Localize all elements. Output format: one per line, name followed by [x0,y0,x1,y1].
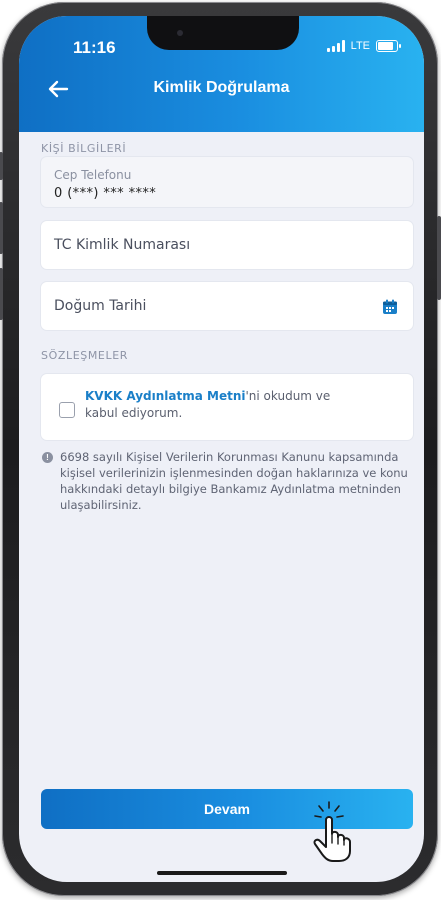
screen: 11:16 LTE Kimlik Doğrulama KİŞİ BİLGİLER… [19,16,424,882]
page-title: Kimlik Doğrulama [153,79,290,96]
mute-switch [0,152,3,180]
front-camera [177,30,183,36]
notch [147,16,299,50]
power-button [437,216,441,300]
app-header: 11:16 LTE Kimlik Doğrulama [19,16,424,132]
tap-hand-icon [313,801,351,862]
network-type: LTE [350,40,370,52]
birth-date-placeholder: Doğum Tarihi [54,298,147,314]
kvkk-link[interactable]: KVKK Aydınlatma Metni [85,389,246,403]
section-title-personal: KİŞİ BİLGİLERİ [41,142,127,155]
phone-value: 0 (***) *** **** [54,186,157,201]
volume-up-button [0,202,3,254]
calendar-icon[interactable] [381,298,399,316]
status-time: 11:16 [73,38,116,57]
birth-date-input[interactable]: Doğum Tarihi [41,282,413,330]
kvkk-consent-text: KVKK Aydınlatma Metni'ni okudum ve kabul… [85,388,335,422]
battery-icon [376,40,401,52]
info-icon: ! [42,452,53,463]
home-indicator [157,871,287,875]
tc-number-input[interactable]: TC Kimlik Numarası [41,221,413,269]
phone-frame: 11:16 LTE Kimlik Doğrulama KİŞİ BİLGİLER… [0,2,441,896]
kvkk-info-note: 6698 sayılı Kişisel Verilerin Korunması … [60,450,408,512]
kvkk-checkbox[interactable] [59,402,75,418]
section-title-agreements: SÖZLEŞMELER [41,349,128,362]
kvkk-consent-card: KVKK Aydınlatma Metni'ni okudum ve kabul… [41,374,413,440]
status-icons: LTE [326,40,401,52]
tc-number-placeholder: TC Kimlik Numarası [54,237,191,253]
volume-down-button [0,268,3,320]
phone-field: Cep Telefonu 0 (***) *** **** [41,157,413,207]
phone-label: Cep Telefonu [54,168,132,182]
signal-icon [326,40,345,52]
